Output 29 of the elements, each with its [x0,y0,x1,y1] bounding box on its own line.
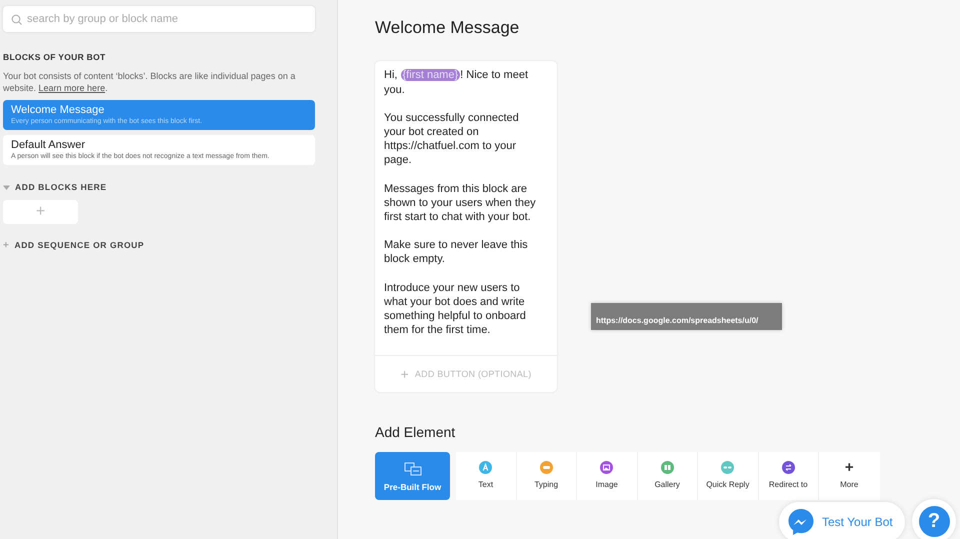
image-icon [600,461,614,474]
learn-more-link[interactable]: Learn more here [38,82,106,93]
text-icon [479,461,492,474]
message-text: Hi, {first name} ! Nice to meet you. [384,68,529,97]
help-button[interactable]: ? [912,499,956,539]
pre-built-flow-button[interactable]: Pre-Built Flow [375,452,450,500]
message-text: Make sure to never leave this block empty. [384,238,529,267]
message-text: Messages from this block are shown to your users when they first start to chat with your bot. [384,182,537,224]
gallery-icon [660,461,674,474]
block-title: Welcome Message [375,18,520,38]
block-title: Default Answer [11,138,86,152]
redirect-icon [782,461,795,474]
messenger-icon [787,508,815,536]
add-sequence-link[interactable]: ADD SEQUENCE OR GROUP [14,238,144,252]
message-text: You successfully connected your bot created on https://chatfuel.com to your page. [384,110,520,168]
search-field[interactable]: search by group or block name [3,6,315,32]
caret-icon[interactable] [3,184,10,191]
test-bot-button[interactable]: Test Your Bot [779,502,905,539]
section-title: BLOCKS OF YOUR BOT [3,51,107,64]
block-title: Welcome Message [11,102,106,117]
flow-icon [404,462,422,476]
description: Your bot consists of content ‘blocks’. Blocks are like individual pages on a website. Learn more here. [3,70,296,94]
quick-reply-icon [721,461,734,474]
link-tooltip: https://docs.google.com/spreadsheets/u/0/ [591,303,782,330]
message-text: Introduce your new users to what your bot does and write something helpful to onboard them for the first time. [384,280,527,338]
group-title: ADD BLOCKS HERE [15,180,107,194]
section-title: Add Element [375,423,456,442]
typing-icon [540,461,553,474]
element-button[interactable]: Text [456,452,516,500]
